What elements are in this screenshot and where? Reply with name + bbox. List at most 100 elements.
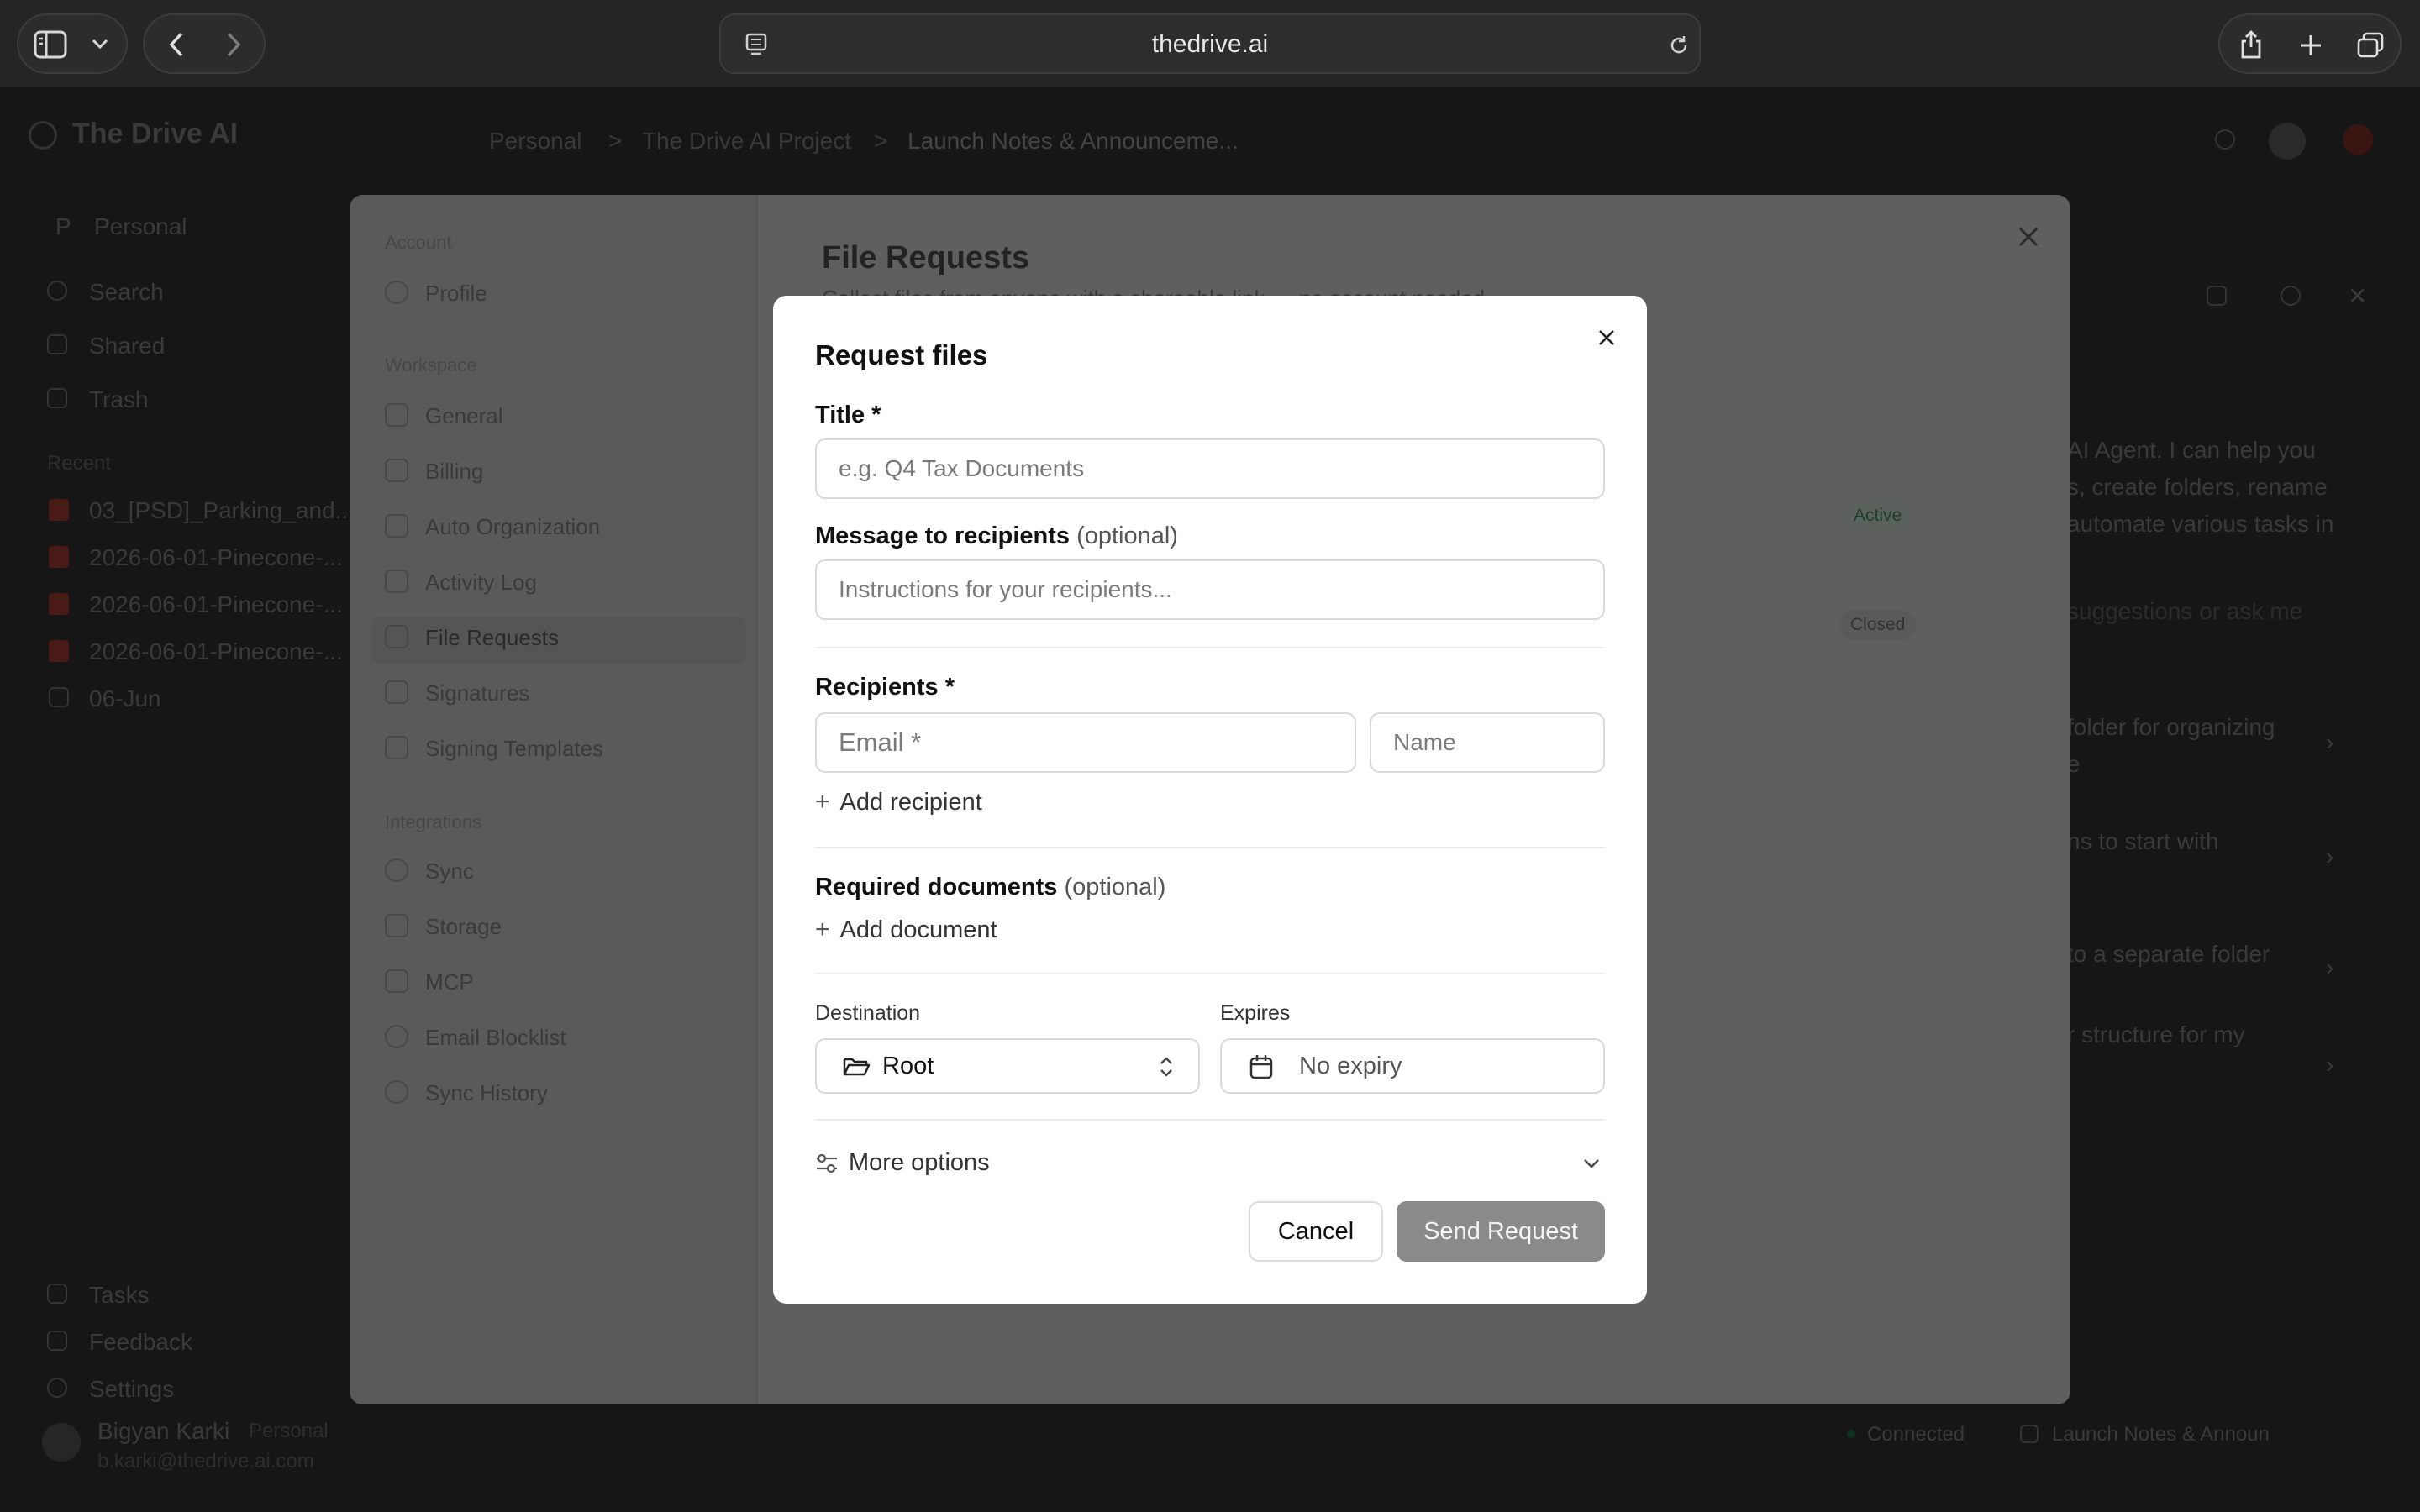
close-icon[interactable] — [1595, 326, 1618, 349]
title-input[interactable]: e.g. Q4 Tax Documents — [815, 438, 1605, 499]
name-field[interactable]: Name — [1370, 712, 1605, 773]
avatar[interactable] — [2269, 123, 2306, 160]
settings-item-auto-organization[interactable]: Auto Organization — [425, 514, 600, 540]
settings-item-signatures[interactable]: Signatures — [425, 680, 529, 706]
divider — [815, 1119, 1605, 1121]
browser-actions-group — [2218, 13, 2402, 74]
tab-overview-icon[interactable] — [2356, 32, 2385, 59]
back-arrow-icon[interactable] — [166, 30, 187, 59]
send-request-button[interactable]: Send Request — [1397, 1201, 1605, 1262]
chat-suggestion[interactable]: ns to start with — [2067, 828, 2219, 855]
required-docs-label: Required documents (optional) — [815, 874, 1165, 901]
nav-search[interactable]: Search — [89, 279, 164, 306]
cancel-button[interactable]: Cancel — [1249, 1201, 1383, 1262]
pdf-file-icon — [49, 593, 69, 615]
breadcrumb-separator: > — [874, 128, 888, 154]
url-text: thedrive.ai — [1151, 30, 1269, 58]
chevron-right-icon: › — [2326, 954, 2334, 980]
connection-status: Connected — [1867, 1423, 1965, 1446]
chevron-down-icon — [92, 39, 108, 50]
expires-value: No expiry — [1299, 1053, 1402, 1079]
destination-label: Destination — [815, 1001, 921, 1025]
settings-item-file-requests[interactable]: File Requests — [425, 625, 559, 651]
nav-trash[interactable]: Trash — [89, 386, 149, 413]
breadcrumb-item[interactable]: Personal — [489, 128, 582, 155]
chat-suggestion[interactable]: folder for organizing — [2067, 714, 2275, 741]
share-icon[interactable] — [2215, 129, 2235, 150]
message-input[interactable]: Instructions for your recipients... — [815, 559, 1605, 620]
new-tab-icon[interactable] — [2299, 34, 2323, 57]
add-document-button[interactable]: + Add document — [815, 916, 997, 944]
chevron-down-icon — [1584, 1159, 1599, 1168]
nav-settings[interactable]: Settings — [89, 1376, 174, 1403]
sliders-icon — [385, 403, 408, 427]
calendar-icon — [1249, 1055, 1273, 1079]
name-placeholder: Name — [1393, 729, 1456, 755]
sidebar-toggle-group[interactable] — [17, 13, 128, 74]
settings-item-mcp[interactable]: MCP — [425, 969, 474, 995]
destination-value: Root — [882, 1053, 934, 1079]
user-icon — [385, 281, 408, 304]
recent-folder[interactable]: 06-Jun — [89, 685, 161, 712]
chat-suggestion[interactable]: r structure for my — [2067, 1021, 2245, 1048]
settings-item-activity-log[interactable]: Activity Log — [425, 570, 537, 596]
close-icon[interactable] — [2017, 225, 2040, 249]
add-recipient-button[interactable]: + Add recipient — [815, 788, 982, 816]
settings-item-signing-templates[interactable]: Signing Templates — [425, 736, 603, 762]
nav-feedback[interactable]: Feedback — [89, 1329, 192, 1356]
chat-suggestion[interactable]: to a separate folder — [2067, 941, 2270, 968]
workspace-name[interactable]: Personal — [94, 213, 187, 240]
nav-tasks[interactable]: Tasks — [89, 1282, 150, 1309]
more-options-toggle[interactable]: More options — [815, 1142, 1605, 1186]
status-file[interactable]: Launch Notes & Announ — [2052, 1423, 2270, 1446]
address-bar[interactable]: thedrive.ai — [719, 13, 1701, 74]
share-icon[interactable] — [2238, 29, 2264, 60]
email-placeholder: Email * — [839, 727, 922, 757]
page-title: File Requests — [822, 240, 1030, 276]
history-icon — [385, 1080, 408, 1104]
notification-badge[interactable] — [2343, 124, 2373, 155]
destination-select[interactable]: Root — [815, 1038, 1200, 1094]
settings-item-sync-history[interactable]: Sync History — [425, 1080, 548, 1106]
optional-hint: (optional) — [1064, 874, 1166, 900]
gear-icon — [47, 1378, 67, 1398]
message-label-text: Message to recipients — [815, 522, 1070, 549]
settings-item-profile[interactable]: Profile — [425, 281, 487, 307]
feedback-icon — [47, 1331, 67, 1351]
settings-section-title: Account — [385, 232, 452, 253]
pdf-file-icon — [49, 499, 69, 521]
chevron-right-icon: › — [2326, 729, 2334, 755]
divider — [815, 847, 1605, 848]
plus-icon: + — [815, 788, 830, 816]
expires-label: Expires — [1220, 1001, 1291, 1025]
request-files-modal: Request files Title * e.g. Q4 Tax Docume… — [773, 296, 1647, 1304]
chat-text: AI Agent. I can help you — [2067, 437, 2316, 463]
folder-cog-icon — [385, 514, 408, 538]
reload-icon[interactable] — [1667, 34, 1691, 57]
email-field[interactable]: Email * — [815, 712, 1356, 773]
close-icon[interactable]: ✕ — [2348, 282, 2367, 310]
recent-file[interactable]: 2026-06-01-Pinecone-... — [89, 638, 343, 665]
settings-item-email-blocklist[interactable]: Email Blocklist — [425, 1025, 566, 1051]
shield-icon — [385, 1025, 408, 1048]
folder-icon — [49, 687, 69, 707]
settings-item-general[interactable]: General — [425, 403, 503, 429]
app-logo-text: The Drive AI — [72, 118, 239, 150]
breadcrumb-item[interactable]: The Drive AI Project — [642, 128, 851, 155]
settings-item-sync[interactable]: Sync — [425, 858, 474, 885]
status-badge: Active — [1842, 501, 1914, 531]
expires-picker[interactable]: No expiry — [1220, 1038, 1605, 1094]
recent-file[interactable]: 03_[PSD]_Parking_and... — [89, 497, 355, 524]
trash-icon — [47, 388, 67, 408]
settings-item-storage[interactable]: Storage — [425, 914, 502, 940]
sync-icon — [385, 858, 408, 882]
nav-shared[interactable]: Shared — [89, 333, 165, 360]
user-avatar[interactable] — [42, 1423, 81, 1462]
recent-file[interactable]: 2026-06-01-Pinecone-... — [89, 591, 343, 618]
settings-item-billing[interactable]: Billing — [425, 459, 483, 485]
status-dot — [1847, 1430, 1855, 1438]
recent-file[interactable]: 2026-06-01-Pinecone-... — [89, 544, 343, 571]
gear-icon[interactable] — [2281, 286, 2301, 306]
trash-icon[interactable] — [2207, 286, 2227, 306]
forward-arrow-icon[interactable] — [224, 30, 244, 59]
